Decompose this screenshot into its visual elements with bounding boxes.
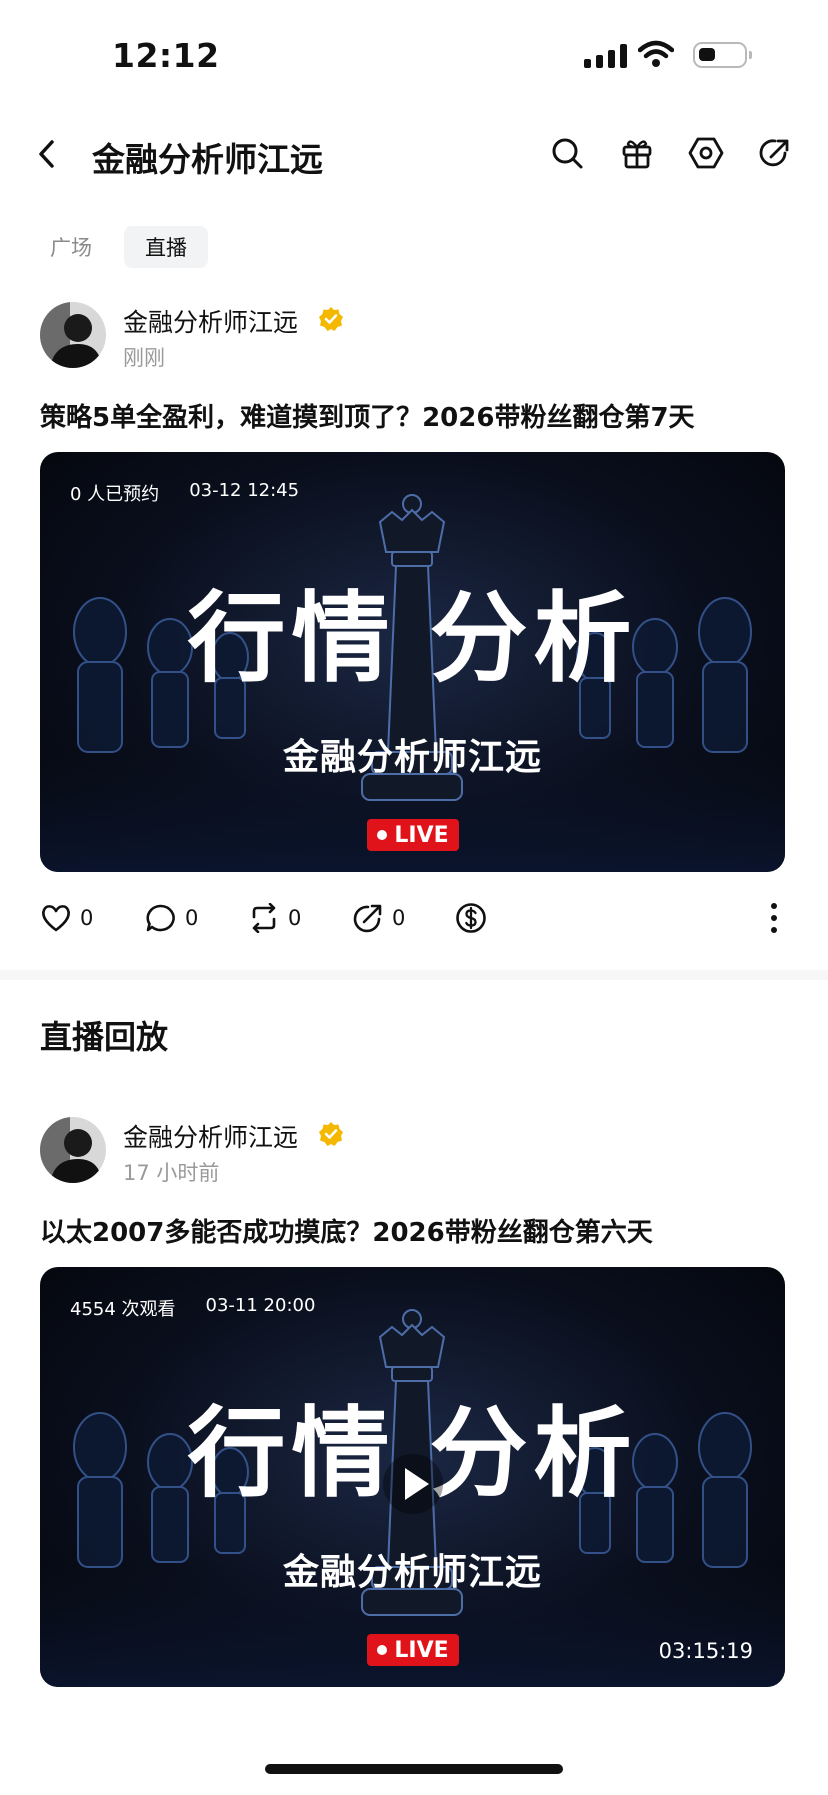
live-date: 03-11 20:00: [205, 1295, 316, 1316]
heart-icon: [42, 905, 70, 932]
tip-button[interactable]: [455, 902, 487, 934]
author-name[interactable]: 金融分析师江远: [123, 1118, 298, 1154]
cover-title: 行情 分析: [187, 582, 638, 696]
settings-icon[interactable]: [688, 136, 724, 170]
home-indicator[interactable]: [265, 1764, 563, 1774]
post-time: 17 小时前: [123, 1161, 220, 1185]
cover-subtitle: 金融分析师江远: [282, 737, 542, 778]
share-icon[interactable]: [758, 136, 792, 170]
search-icon[interactable]: [550, 136, 584, 170]
reservation-count: 0 人已预约: [70, 484, 160, 505]
post-time: 刚刚: [123, 346, 165, 370]
cellular-signal-icon: [584, 44, 627, 68]
verified-icon: [319, 1122, 343, 1146]
status-time: 12:12: [112, 36, 220, 75]
back-icon[interactable]: [36, 138, 58, 170]
tab-live[interactable]: 直播: [124, 226, 208, 268]
post-title[interactable]: 以太2007多能否成功摸底？2026带粉丝翻仓第六天: [40, 1212, 653, 1249]
live-start-time: 03-12 12:45: [189, 480, 300, 501]
cover-subtitle: 金融分析师江远: [282, 1552, 542, 1593]
card-meta: 0 人已预约 03-12 12:45: [70, 480, 299, 506]
gift-icon[interactable]: [620, 136, 654, 170]
repost-button[interactable]: 0: [248, 903, 301, 933]
forward-button[interactable]: 0: [352, 903, 405, 933]
section-title-replay: 直播回放: [40, 1018, 169, 1056]
comment-count: 0: [185, 906, 199, 930]
live-badge: LIVE: [367, 1634, 459, 1666]
live-preview-card[interactable]: 0 人已预约 03-12 12:45 行情 分析 金融分析师江远 LIVE: [40, 452, 785, 872]
replay-video-card[interactable]: 4554 次观看 03-11 20:00 行情 分析 金融分析师江远 LIVE 0…: [40, 1267, 785, 1687]
live-badge: LIVE: [367, 819, 459, 851]
view-count: 4554 次观看: [70, 1299, 176, 1320]
repost-icon: [252, 903, 276, 933]
like-button[interactable]: 0: [40, 903, 93, 933]
video-duration: 03:15:19: [658, 1639, 753, 1663]
battery-icon: [693, 42, 752, 68]
avatar[interactable]: [40, 1117, 106, 1183]
tab-plaza[interactable]: 广场: [50, 226, 92, 268]
forward-icon: [353, 904, 382, 933]
comment-icon: [146, 904, 175, 932]
comment-button[interactable]: 0: [145, 903, 198, 933]
author-name[interactable]: 金融分析师江远: [123, 303, 298, 339]
card-meta: 4554 次观看 03-11 20:00: [70, 1295, 315, 1321]
page-title: 金融分析师江远: [92, 140, 323, 179]
section-divider: [0, 970, 828, 980]
avatar[interactable]: [40, 302, 106, 368]
post-title[interactable]: 策略5单全盈利，难道摸到顶了？2026带粉丝翻仓第7天: [40, 397, 695, 434]
forward-count: 0: [392, 906, 406, 930]
more-icon[interactable]: [770, 902, 778, 934]
repost-count: 0: [288, 906, 302, 930]
play-icon[interactable]: [381, 1452, 445, 1516]
like-count: 0: [80, 906, 94, 930]
verified-icon: [319, 307, 343, 331]
wifi-icon: [638, 40, 674, 67]
tip-icon: [456, 903, 486, 933]
